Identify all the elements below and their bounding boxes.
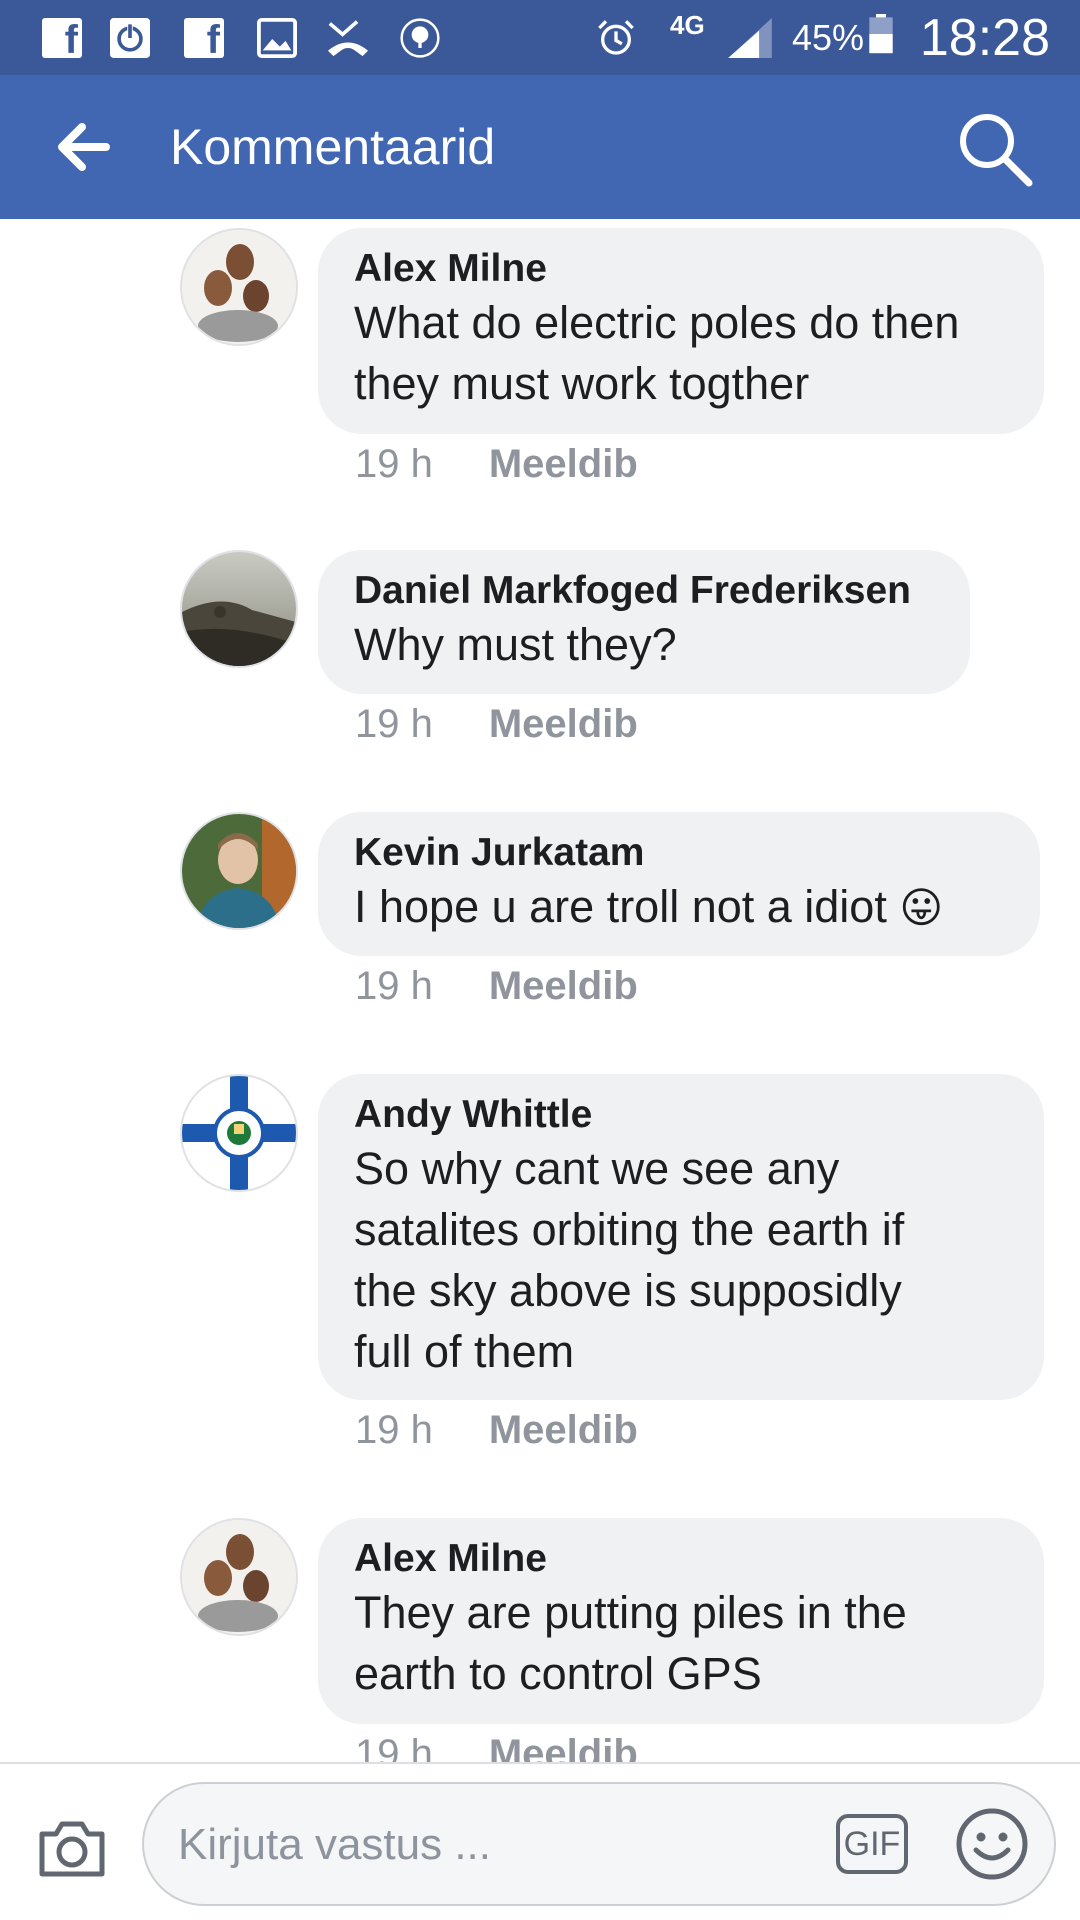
avatar[interactable] bbox=[180, 1074, 298, 1192]
gif-button[interactable]: GIF bbox=[836, 1814, 908, 1874]
comment-meta: 19 h Meeldib bbox=[355, 700, 638, 748]
comment-text: earth to control GPS bbox=[354, 1648, 762, 1699]
avatar[interactable] bbox=[180, 550, 298, 668]
comment-bubble[interactable]: Alex Milne They are putting piles in the… bbox=[318, 1518, 1044, 1724]
missed-call-icon bbox=[328, 20, 368, 57]
facebook-icon: f bbox=[42, 18, 82, 58]
comment-text: the sky above is supposidly bbox=[354, 1265, 902, 1316]
reply-input[interactable] bbox=[176, 1814, 800, 1876]
comment-meta: 19 h Meeldib bbox=[355, 440, 638, 488]
comment-text: So why cant we see any bbox=[354, 1143, 840, 1194]
alarm-icon bbox=[598, 20, 634, 55]
clock: 18:28 bbox=[919, 9, 1050, 67]
comment-author[interactable]: Andy Whittle bbox=[354, 1092, 1008, 1138]
network-type: 4G bbox=[670, 10, 705, 40]
like-button[interactable]: Meeldib bbox=[489, 442, 638, 486]
comment-text: What do electric poles do then bbox=[354, 297, 960, 348]
comment-text: full of them bbox=[354, 1326, 575, 1377]
comment-time: 19 h bbox=[355, 1408, 433, 1452]
gallery-icon bbox=[257, 18, 297, 58]
emoji-icon[interactable] bbox=[954, 1806, 1030, 1882]
badge-logo-icon bbox=[400, 18, 440, 58]
comment-author[interactable]: Daniel Markfoged Frederiksen bbox=[354, 568, 934, 614]
comment-meta: 19 h Meeldib bbox=[355, 962, 638, 1010]
comment-bubble[interactable]: Daniel Markfoged Frederiksen Why must th… bbox=[318, 550, 970, 694]
facebook-icon: f bbox=[184, 18, 224, 58]
signal-icon bbox=[728, 18, 772, 58]
comment-text: They are putting piles in the bbox=[354, 1587, 907, 1638]
landscape-photo-avatar-icon bbox=[182, 552, 296, 666]
comment-bubble[interactable]: Andy Whittle So why cant we see any sata… bbox=[318, 1074, 1044, 1400]
group-photo-avatar-icon bbox=[182, 230, 296, 344]
search-icon[interactable] bbox=[955, 109, 1035, 189]
reply-input-container: GIF bbox=[142, 1782, 1056, 1906]
tongue-out-emoji-icon: 😛 bbox=[899, 883, 944, 932]
group-photo-avatar-icon bbox=[182, 1520, 296, 1634]
comment-author[interactable]: Alex Milne bbox=[354, 246, 1008, 292]
camera-icon[interactable] bbox=[36, 1818, 108, 1880]
comment-author[interactable]: Kevin Jurkatam bbox=[354, 830, 1004, 876]
page-title: Kommentaarid bbox=[170, 119, 496, 175]
comment-time: 19 h bbox=[355, 964, 433, 1008]
battery-icon bbox=[869, 14, 893, 54]
avatar[interactable] bbox=[180, 228, 298, 346]
app-bar: Kommentaarid bbox=[0, 75, 1080, 219]
like-button[interactable]: Meeldib bbox=[489, 1408, 638, 1452]
comment-bubble[interactable]: Kevin Jurkatam I hope u are troll not a … bbox=[318, 812, 1040, 956]
comment-time: 19 h bbox=[355, 442, 433, 486]
avatar[interactable] bbox=[180, 1518, 298, 1636]
power-icon bbox=[110, 18, 150, 58]
reply-compose-bar: GIF bbox=[0, 1762, 1080, 1920]
comment-time: 19 h bbox=[355, 702, 433, 746]
comment-text: they must work togther bbox=[354, 358, 810, 409]
comment-author[interactable]: Alex Milne bbox=[354, 1536, 1008, 1582]
avatar[interactable] bbox=[180, 812, 298, 930]
like-button[interactable]: Meeldib bbox=[489, 964, 638, 1008]
status-bar: f f 4G 45% 18:28 bbox=[0, 0, 1080, 75]
person-photo-avatar-icon bbox=[182, 814, 296, 928]
back-arrow-icon[interactable] bbox=[50, 115, 120, 179]
comment-text: Why must they? bbox=[354, 619, 677, 670]
comment-text-line: I hope u are troll not a idiot bbox=[354, 881, 887, 932]
comment-text: I hope u are troll not a idiot 😛 bbox=[354, 876, 1004, 938]
comment-bubble[interactable]: Alex Milne What do electric poles do the… bbox=[318, 228, 1044, 434]
wigan-athletic-badge-avatar-icon bbox=[182, 1076, 296, 1190]
comment-text: satalites orbiting the earth if bbox=[354, 1204, 905, 1255]
comment-meta: 19 h Meeldib bbox=[355, 1406, 638, 1454]
battery-percent: 45% bbox=[792, 17, 865, 58]
like-button[interactable]: Meeldib bbox=[489, 702, 638, 746]
